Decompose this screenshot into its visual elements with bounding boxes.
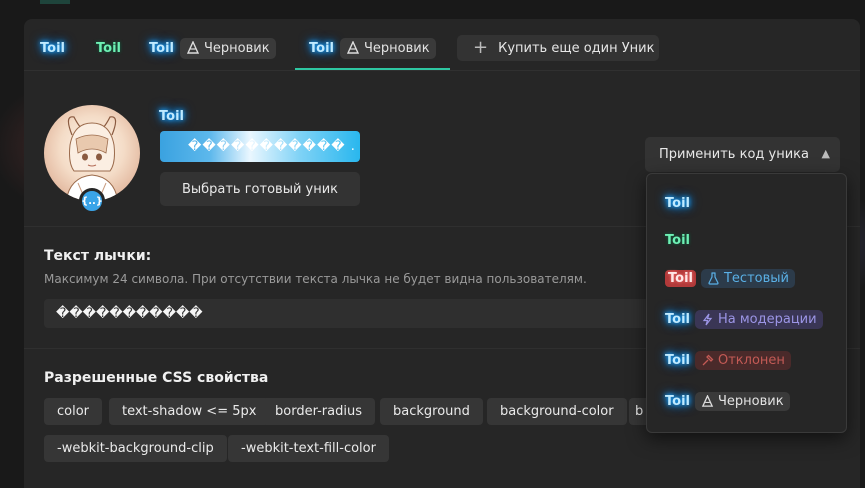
dropdown-item[interactable]: Toil	[647, 223, 846, 257]
dropdown-item-name: Toil	[665, 195, 690, 211]
status-badge-rejected: Отклонен	[694, 350, 791, 370]
badge-text-input[interactable]: �����������	[44, 299, 654, 328]
dropdown-item[interactable]: Toil Тестовый	[647, 261, 846, 295]
tab-preview-name: Toil	[309, 40, 334, 56]
draft-chip: Черновик	[179, 37, 276, 59]
plus-icon: +	[473, 37, 489, 58]
tab-unique-3[interactable]: Toil Черновик	[149, 35, 276, 61]
draft-chip-label: Черновик	[203, 40, 270, 56]
lightning-icon	[702, 313, 713, 325]
css-prop-tag: -webkit-text-fill-color	[228, 435, 389, 462]
css-prop-tag: color	[44, 398, 103, 425]
buy-another-unique-button[interactable]: + Купить еще один Уник	[457, 35, 659, 61]
dropdown-item-name: Toil	[665, 232, 690, 248]
unique-code-dropdown: Toil Toil Toil Тестовый Toil На модераци…	[646, 173, 847, 433]
css-prop-tag: background-color	[487, 398, 627, 425]
badge-text-hint: Максимум 24 символа. При отсутствии текс…	[44, 272, 587, 286]
tab-unique-2[interactable]: Toil	[96, 35, 121, 61]
tab-preview-name: Toil	[40, 40, 65, 56]
dropdown-item-name: Toil	[665, 393, 690, 409]
avatar-illustration	[65, 116, 119, 201]
tab-preview-name: Toil	[96, 40, 121, 56]
dropdown-item-name: Toil	[665, 269, 696, 287]
status-label: Черновик	[717, 393, 784, 409]
top-accent-strip	[40, 0, 70, 4]
buy-button-label: Купить еще один Уник	[498, 40, 655, 56]
dropdown-item[interactable]: Toil Отклонен	[647, 343, 846, 377]
dropdown-item[interactable]: Toil	[647, 186, 846, 220]
status-label: На модерации	[717, 311, 817, 327]
css-prop-tag: border-radius	[262, 398, 375, 425]
status-badge-moderation: На модерации	[694, 309, 823, 329]
flask-icon	[708, 271, 719, 285]
pen-tool-icon	[186, 41, 200, 54]
apply-unique-code-button[interactable]: Применить код уника ▲	[645, 137, 840, 172]
pen-tool-icon	[346, 41, 360, 54]
css-prop-tag: -webkit-background-clip	[44, 435, 227, 462]
badge-text-title: Текст лычки:	[44, 248, 152, 264]
css-prop-tag: background	[380, 398, 483, 425]
status-badge-test: Тестовый	[700, 268, 795, 288]
name-preview: Toil	[159, 105, 184, 124]
tab-unique-4[interactable]: Toil Черновик	[295, 35, 450, 70]
gradient-code-field[interactable]: ����������� .	[160, 131, 360, 162]
hammer-icon	[702, 354, 714, 365]
unique-tabs: Toil Toil Toil Черновик Toil Черновик + …	[24, 19, 860, 71]
status-label: Тестовый	[723, 270, 789, 286]
status-label: Отклонен	[717, 352, 785, 368]
dropdown-item[interactable]: Toil На модерации	[647, 302, 846, 336]
avatar[interactable]	[44, 105, 140, 201]
tab-unique-1[interactable]: Toil	[40, 35, 65, 61]
dropdown-item-name: Toil	[665, 311, 690, 327]
tab-preview-name: Toil	[149, 40, 174, 56]
choose-ready-unique-button[interactable]: Выбрать готовый уник	[160, 172, 360, 206]
chevron-up-icon: ▲	[821, 147, 830, 160]
status-badge-draft: Черновик	[694, 391, 790, 411]
dropdown-item-name: Toil	[665, 352, 690, 368]
name-preview-text: Toil	[159, 109, 184, 124]
apply-button-label: Применить код уника	[659, 147, 809, 162]
draft-chip: Черновик	[339, 37, 436, 59]
pen-tool-icon	[701, 394, 714, 407]
dropdown-item[interactable]: Toil Черновик	[647, 384, 846, 418]
css-props-title: Разрешенные CSS свойства	[44, 370, 269, 386]
avatar-badge: {..}	[79, 188, 105, 214]
css-prop-tag: text-shadow <= 5px	[109, 398, 270, 425]
draft-chip-label: Черновик	[363, 40, 430, 56]
